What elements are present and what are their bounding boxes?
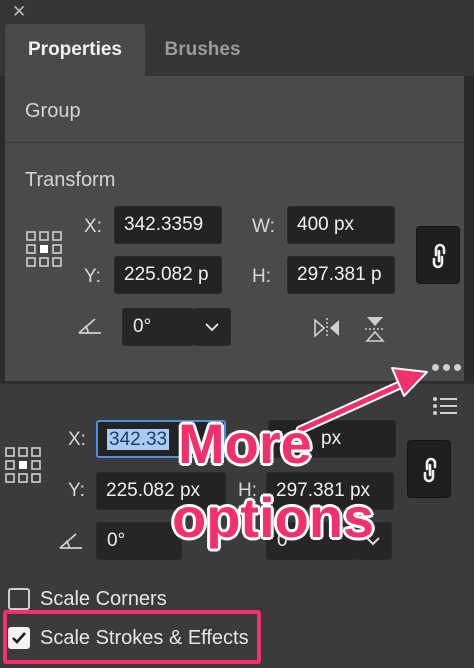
annotation-text-line2: options — [172, 486, 375, 549]
annotation-text-line1: More — [178, 412, 312, 475]
annotation-arrow-icon — [295, 367, 428, 435]
